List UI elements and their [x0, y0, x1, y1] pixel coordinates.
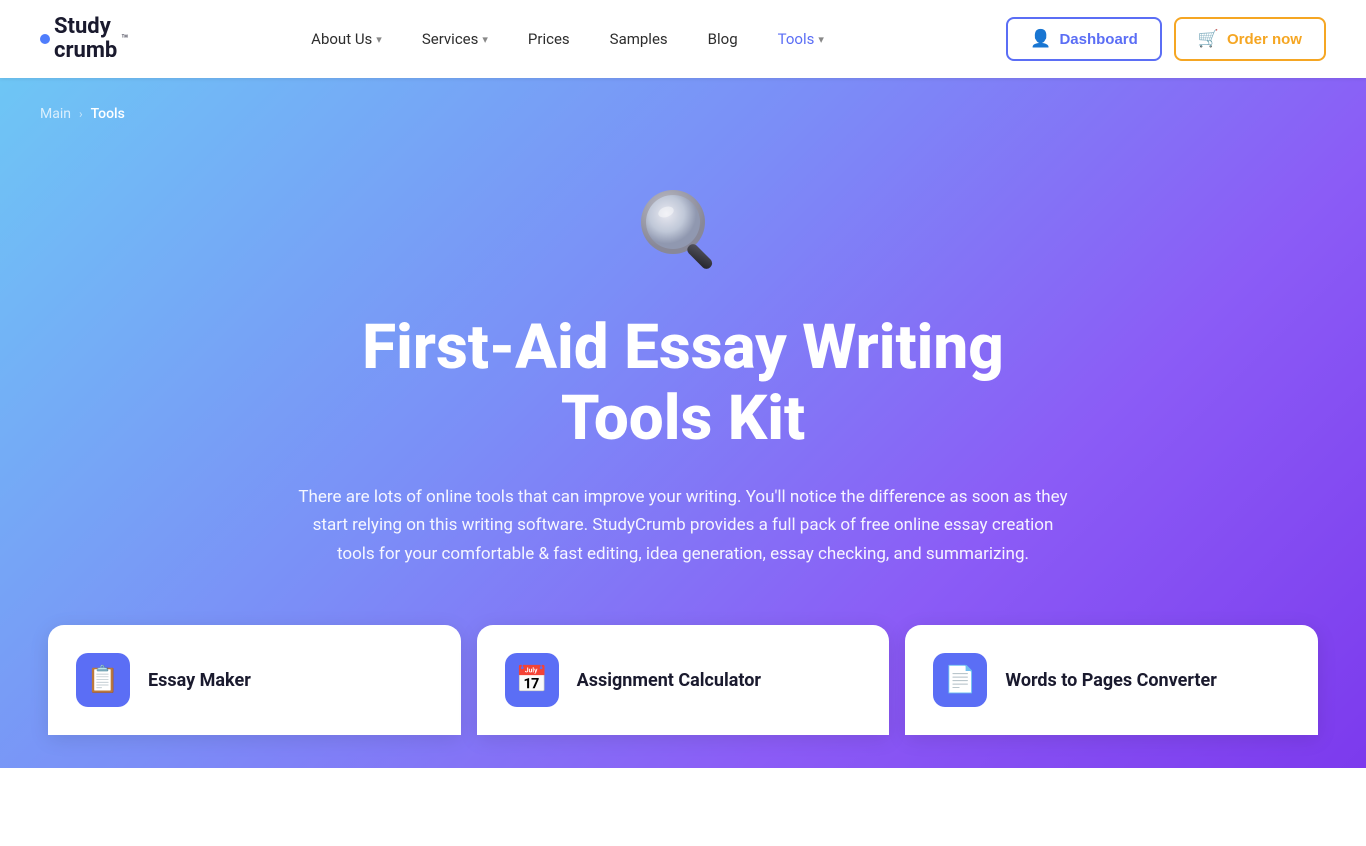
assignment-calculator-label: Assignment Calculator	[577, 670, 761, 691]
nav-blog[interactable]: Blog	[692, 22, 754, 56]
user-icon: 👤	[1030, 29, 1051, 49]
essay-maker-label: Essay Maker	[148, 670, 251, 691]
words-to-pages-label: Words to Pages Converter	[1005, 670, 1216, 691]
tool-cards-row: 📋 Essay Maker 📅 Assignment Calculator 📄 …	[40, 625, 1326, 735]
hero-title: First-Aid Essay Writing Tools Kit	[362, 312, 1004, 455]
words-to-pages-icon: 📄	[933, 653, 987, 707]
nav-about-us[interactable]: About Us ▾	[295, 22, 398, 56]
tool-card-essay-maker[interactable]: 📋 Essay Maker	[48, 625, 461, 735]
nav-tools[interactable]: Tools ▾	[762, 22, 840, 56]
tool-card-words-to-pages[interactable]: 📄 Words to Pages Converter	[905, 625, 1318, 735]
magnifier-icon	[633, 182, 733, 282]
dashboard-button[interactable]: 👤 Dashboard	[1006, 17, 1162, 61]
header-buttons: 👤 Dashboard 🛒 Order now	[1006, 17, 1326, 61]
nav-prices[interactable]: Prices	[512, 22, 586, 56]
header: Study crumb ™ About Us ▾ Services ▾ Pric…	[0, 0, 1366, 78]
logo-text: Study crumb	[54, 15, 117, 63]
about-us-chevron-icon: ▾	[376, 33, 382, 46]
logo[interactable]: Study crumb ™	[40, 15, 129, 63]
hero-section: Main › Tools	[0, 78, 1366, 768]
breadcrumb-main[interactable]: Main	[40, 106, 71, 122]
assignment-calculator-icon: 📅	[505, 653, 559, 707]
essay-maker-icon: 📋	[76, 653, 130, 707]
breadcrumb-separator: ›	[79, 107, 83, 121]
breadcrumb-current: Tools	[91, 106, 125, 122]
cart-icon: 🛒	[1198, 29, 1219, 49]
hero-description: There are lots of online tools that can …	[293, 483, 1073, 570]
logo-tm: ™	[121, 32, 129, 46]
nav-services[interactable]: Services ▾	[406, 22, 504, 56]
order-now-button[interactable]: 🛒 Order now	[1174, 17, 1326, 61]
main-nav: About Us ▾ Services ▾ Prices Samples Blo…	[295, 22, 840, 56]
logo-dot	[40, 34, 50, 44]
services-chevron-icon: ▾	[482, 33, 488, 46]
breadcrumb: Main › Tools	[40, 78, 1326, 122]
nav-samples[interactable]: Samples	[594, 22, 684, 56]
tool-card-assignment-calculator[interactable]: 📅 Assignment Calculator	[477, 625, 890, 735]
tools-chevron-icon: ▾	[818, 33, 824, 46]
